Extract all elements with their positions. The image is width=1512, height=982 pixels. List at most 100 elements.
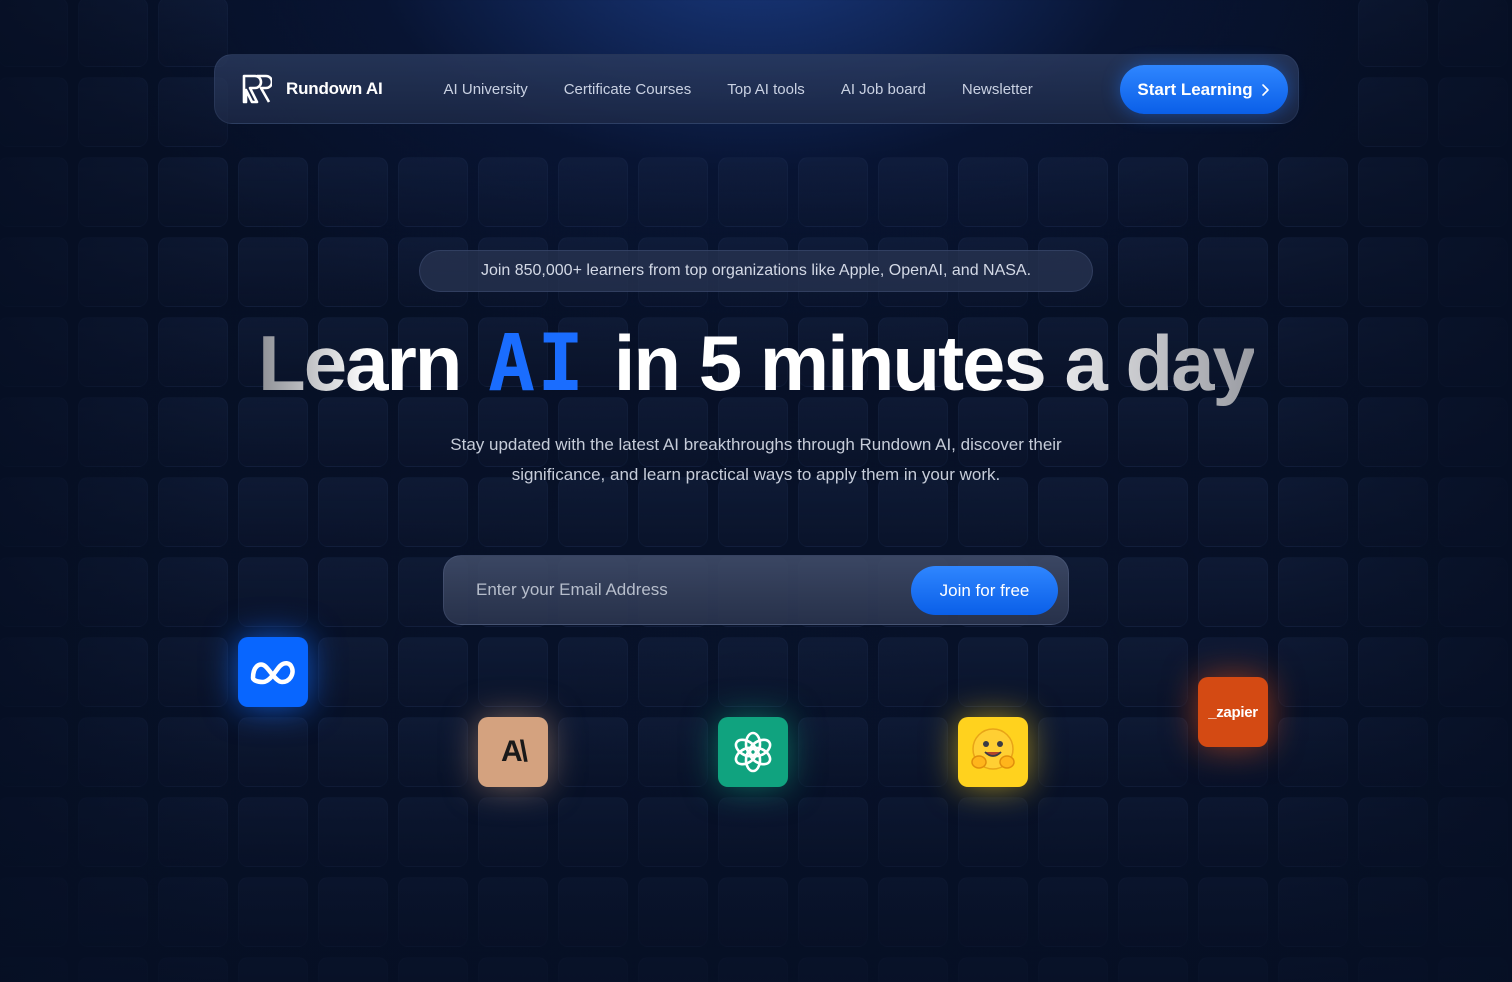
- background-tile: [1038, 157, 1108, 227]
- background-tile: [1278, 477, 1348, 547]
- background-tile: [878, 157, 948, 227]
- join-for-free-button[interactable]: Join for free: [911, 566, 1058, 615]
- background-tile: [1118, 557, 1188, 627]
- openai-logo-tile: [718, 717, 788, 787]
- background-tile: [718, 877, 788, 947]
- background-tile: [798, 797, 868, 867]
- background-tile: [0, 637, 68, 707]
- background-tile: [78, 237, 148, 307]
- social-proof-pill: Join 850,000+ learners from top organiza…: [419, 250, 1093, 292]
- background-tile: [1438, 157, 1508, 227]
- background-tile: [158, 237, 228, 307]
- background-tile: [878, 957, 948, 982]
- rundown-logo-icon: [242, 74, 272, 104]
- background-tile: [1358, 797, 1428, 867]
- brand[interactable]: Rundown AI: [242, 74, 383, 104]
- background-tile: [1118, 797, 1188, 867]
- background-tile: [398, 637, 468, 707]
- background-tile: [718, 157, 788, 227]
- background-tile: [1038, 957, 1108, 982]
- top-navbar: Rundown AI AI University Certificate Cou…: [214, 54, 1299, 124]
- background-tile: [1118, 477, 1188, 547]
- background-tile: [1278, 557, 1348, 627]
- background-tile: [318, 157, 388, 227]
- background-tile: [1438, 237, 1508, 307]
- background-tile: [78, 877, 148, 947]
- background-tile: [238, 957, 308, 982]
- background-tile: [318, 477, 388, 547]
- background-tile: [398, 717, 468, 787]
- background-tile: [78, 797, 148, 867]
- meta-logo-tile: [238, 637, 308, 707]
- background-tile: [78, 157, 148, 227]
- background-tile: [558, 717, 628, 787]
- background-tile: [878, 797, 948, 867]
- background-tile: [1438, 0, 1508, 67]
- email-input[interactable]: [476, 570, 896, 610]
- start-learning-button[interactable]: Start Learning: [1120, 65, 1288, 114]
- background-tile: [1358, 557, 1428, 627]
- background-tile: [478, 637, 548, 707]
- background-tile: [1118, 237, 1188, 307]
- hero-headline: Learn AI in 5 minutes a day: [0, 318, 1512, 409]
- zapier-logo-icon: _zapier: [1208, 703, 1258, 721]
- background-tile: [1358, 77, 1428, 147]
- background-tile: [318, 957, 388, 982]
- background-tile: [78, 77, 148, 147]
- newsletter-signup-form: Join for free: [443, 555, 1069, 625]
- nav-link-ai-job-board[interactable]: AI Job board: [841, 81, 926, 98]
- background-tile: [78, 0, 148, 67]
- background-tile: [1278, 957, 1348, 982]
- background-tile: [1438, 637, 1508, 707]
- headline-highlight: AI: [488, 319, 587, 409]
- background-tile: [718, 797, 788, 867]
- background-tile: [0, 957, 68, 982]
- background-tile: [158, 557, 228, 627]
- background-tile: [1438, 77, 1508, 147]
- nav-link-certificate-courses[interactable]: Certificate Courses: [564, 81, 692, 98]
- background-tile: [1358, 237, 1428, 307]
- background-tile: [958, 637, 1028, 707]
- background-tile: [398, 957, 468, 982]
- huggingface-logo-icon: [971, 728, 1015, 770]
- background-tile: [1358, 877, 1428, 947]
- background-tile: [318, 637, 388, 707]
- background-tile: [1358, 957, 1428, 982]
- background-tile: [1198, 797, 1268, 867]
- background-tile: [238, 237, 308, 307]
- nav-links: AI University Certificate Courses Top AI…: [444, 81, 1069, 98]
- background-tile: [878, 717, 948, 787]
- background-tile: [878, 877, 948, 947]
- background-tile: [1278, 157, 1348, 227]
- background-tile: [558, 877, 628, 947]
- chevron-right-icon: [1261, 83, 1269, 96]
- nav-link-ai-university[interactable]: AI University: [444, 81, 528, 98]
- background-tile: [1358, 717, 1428, 787]
- background-tile: [0, 877, 68, 947]
- background-tile: [318, 237, 388, 307]
- background-tile: [958, 157, 1028, 227]
- background-tile: [1198, 477, 1268, 547]
- background-tile: [1198, 957, 1268, 982]
- hero-subtext: Stay updated with the latest AI breakthr…: [450, 435, 1062, 484]
- background-tile: [558, 637, 628, 707]
- background-tile: [638, 957, 708, 982]
- background-tile: [0, 477, 68, 547]
- background-tile: [398, 797, 468, 867]
- background-tile: [318, 797, 388, 867]
- background-tile: [158, 877, 228, 947]
- nav-link-top-ai-tools[interactable]: Top AI tools: [727, 81, 805, 98]
- background-tile: [638, 157, 708, 227]
- background-tile: [718, 637, 788, 707]
- background-tile: [1118, 637, 1188, 707]
- background-tile: [1358, 637, 1428, 707]
- background-tile: [1278, 637, 1348, 707]
- nav-link-newsletter[interactable]: Newsletter: [962, 81, 1033, 98]
- background-tile: [318, 557, 388, 627]
- background-tile: [158, 477, 228, 547]
- background-tile: [78, 557, 148, 627]
- background-tile: [1118, 157, 1188, 227]
- background-tile: [558, 157, 628, 227]
- background-tile: [398, 157, 468, 227]
- background-tile: [238, 717, 308, 787]
